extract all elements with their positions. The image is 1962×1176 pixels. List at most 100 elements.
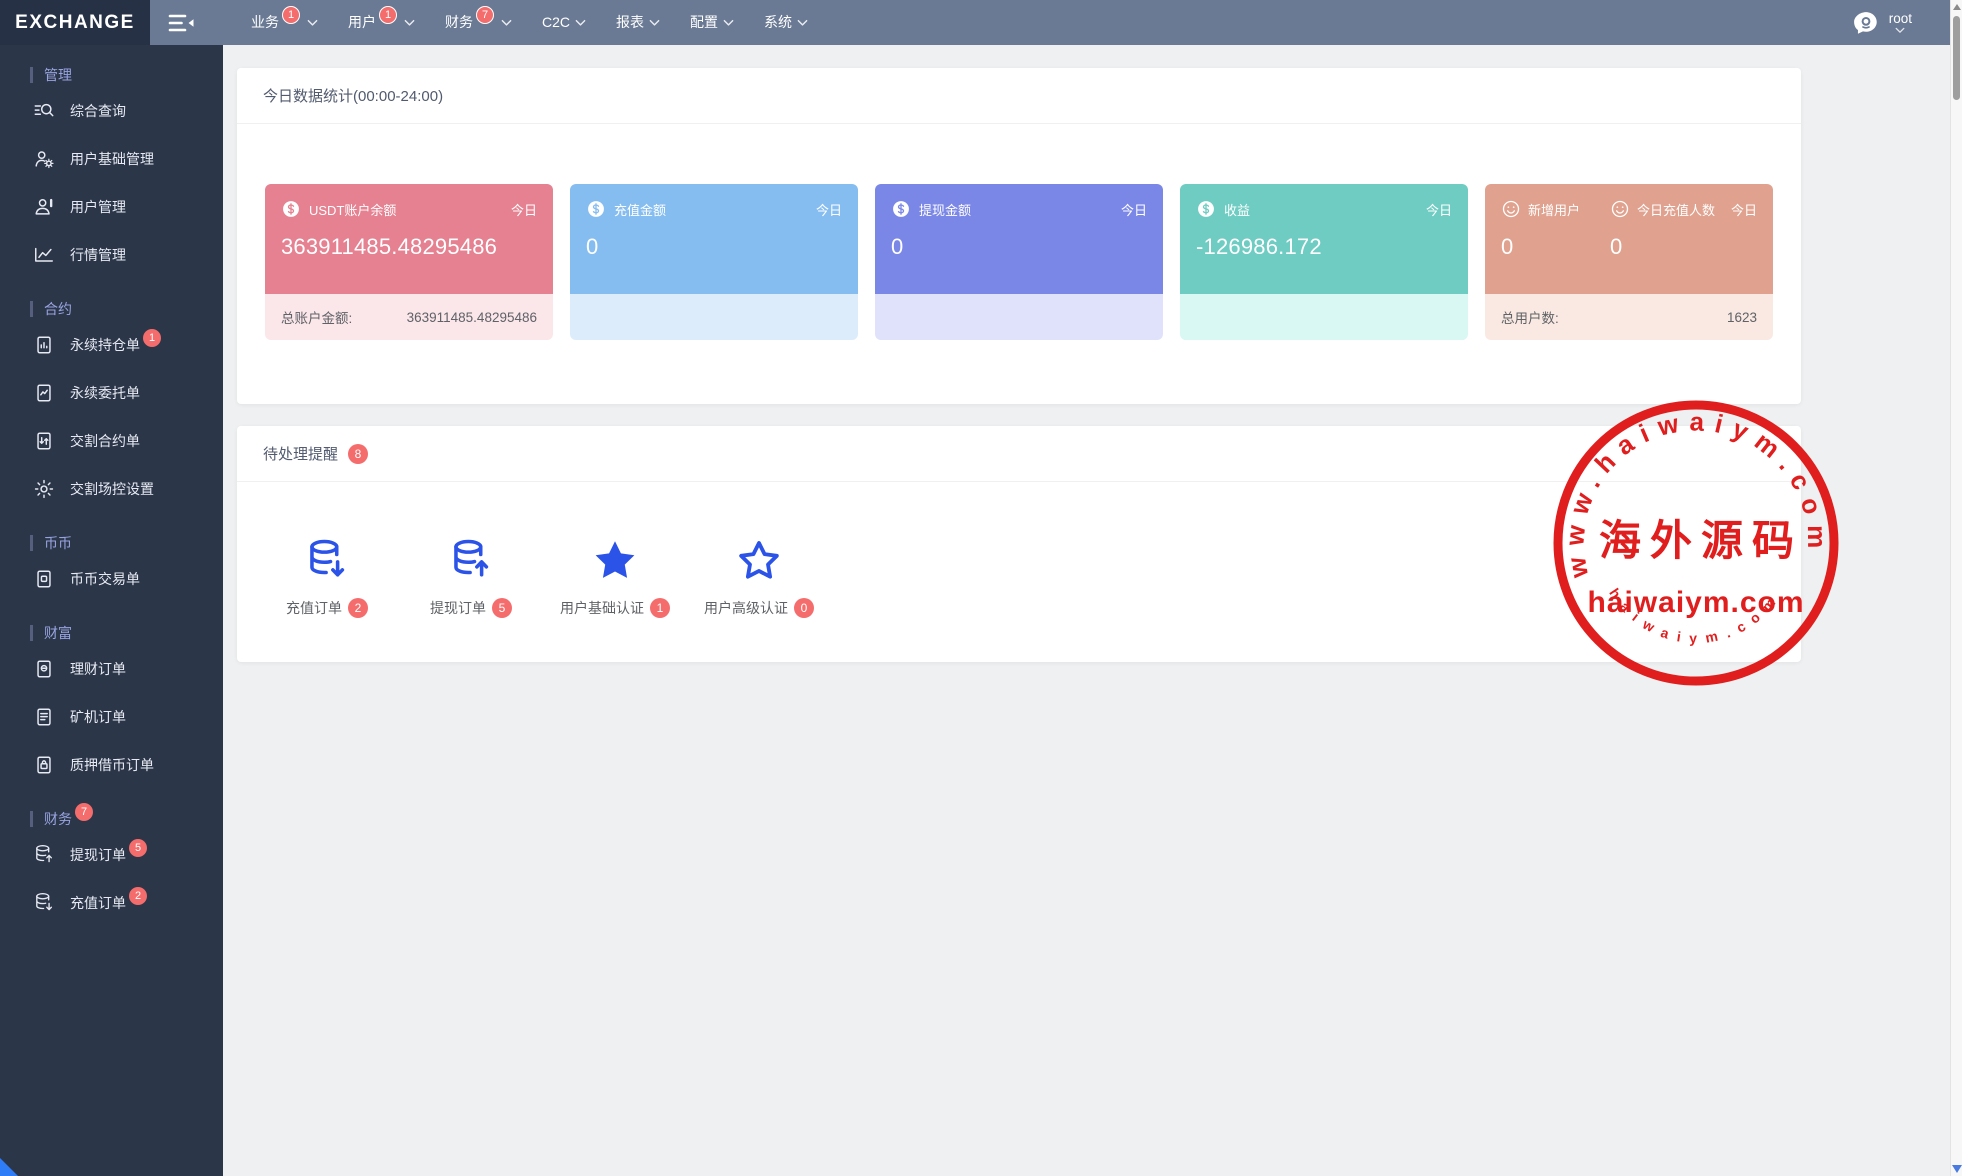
stat-card-profit: 收益 今日 -126986.172	[1180, 184, 1468, 340]
app-logo: EXCHANGE	[0, 0, 150, 45]
nav-item-system[interactable]: 系统	[764, 0, 808, 45]
stat-card-new-users: 新增用户 今日充值人数 今日 0 0 总用户数:	[1485, 184, 1773, 340]
sidebar-section-wealth: 财富	[30, 623, 223, 643]
chevron-down-icon	[723, 19, 734, 27]
stat-label: 充值金额	[614, 200, 666, 219]
chevron-down-icon	[307, 19, 318, 27]
database-up-icon	[448, 538, 494, 584]
stat-label: 提现金额	[919, 200, 971, 219]
scroll-up-arrow-icon[interactable]	[1953, 4, 1961, 10]
count-badge: 1	[143, 329, 161, 347]
database-down-icon	[304, 538, 350, 584]
stat-footer-value: 1623	[1727, 310, 1757, 325]
stat-value: 0	[1610, 234, 1622, 260]
stat-footer-label: 总用户数:	[1501, 307, 1559, 327]
top-nav: 业务 1 用户 1 财务 7 C2C 报表 配置 系统	[251, 0, 808, 45]
count-badge: 2	[348, 598, 368, 618]
database-up-icon	[33, 844, 55, 866]
stat-tag: 今日	[511, 200, 537, 219]
stat-value: 0	[1501, 234, 1610, 260]
sidebar-section-finance: 财务 7	[30, 809, 223, 829]
dollar-coin-icon	[586, 199, 606, 219]
chevron-down-icon	[797, 19, 808, 27]
sidebar-item-withdraw-order[interactable]: 提现订单 5	[0, 831, 223, 879]
nav-item-finance[interactable]: 财务 7	[445, 0, 512, 45]
sidebar-item-user-manage[interactable]: 用户管理	[0, 183, 223, 231]
avatar-icon	[1852, 9, 1880, 37]
sidebar-section-contract: 合约	[30, 299, 223, 319]
user-gear-icon	[33, 148, 55, 170]
sidebar-item-delivery-control[interactable]: 交割场控设置	[0, 465, 223, 513]
scrollbar-thumb[interactable]	[1953, 16, 1960, 100]
stat-tag: 今日	[1426, 200, 1452, 219]
stat-label: 新增用户	[1528, 200, 1580, 219]
count-badge: 5	[129, 839, 147, 857]
pending-items-row: 充值订单 2 提现订单 5 用户基础认证 1	[237, 482, 1801, 662]
smiley-icon	[1610, 199, 1630, 219]
stats-cards-row: USDT账户余额 今日 363911485.48295486 总账户金额: 36…	[237, 124, 1801, 404]
stat-label: 今日充值人数	[1637, 200, 1715, 219]
sidebar-item-pledge-order[interactable]: 质押借币订单	[0, 741, 223, 789]
scroll-down-arrow-icon[interactable]	[1952, 1165, 1962, 1173]
dollar-coin-icon	[1196, 199, 1216, 219]
nav-item-report[interactable]: 报表	[616, 0, 660, 45]
count-badge: 2	[129, 887, 147, 905]
sidebar-item-miner-order[interactable]: 矿机订单	[0, 693, 223, 741]
sidebar-item-market-manage[interactable]: 行情管理	[0, 231, 223, 279]
scrollbar[interactable]	[1950, 0, 1962, 1176]
pending-item-basic-kyc[interactable]: 用户基础认证 1	[543, 538, 687, 618]
stat-tag: 今日	[816, 200, 842, 219]
stat-value: 0	[891, 234, 1147, 260]
nav-badge: 1	[282, 6, 300, 24]
smiley-icon	[1501, 199, 1521, 219]
sidebar-item-comprehensive-query[interactable]: 综合查询	[0, 87, 223, 135]
chevron-down-icon	[501, 19, 512, 27]
sidebar-item-wealth-order[interactable]: 理财订单	[0, 645, 223, 693]
chevron-down-icon	[575, 19, 586, 27]
sidebar-item-recharge-order[interactable]: 充值订单 2	[0, 879, 223, 927]
chevron-down-icon	[649, 19, 660, 27]
pending-item-advanced-kyc[interactable]: 用户高级认证 0	[687, 538, 831, 618]
doc-icon	[33, 568, 55, 590]
pending-item-withdraw-orders[interactable]: 提现订单 5	[399, 538, 543, 618]
doc-line-icon	[33, 382, 55, 404]
nav-item-business[interactable]: 业务 1	[251, 0, 318, 45]
search-list-icon	[33, 100, 55, 122]
stat-footer-value: 363911485.48295486	[407, 310, 537, 325]
sidebar-item-delivery-contract[interactable]: 交割合约单	[0, 417, 223, 465]
user-icon	[33, 196, 55, 218]
nav-item-c2c[interactable]: C2C	[542, 0, 586, 45]
stat-tag: 今日	[1121, 200, 1147, 219]
pending-panel-title: 待处理提醒 8	[237, 426, 1801, 482]
sidebar-item-perpetual-order[interactable]: 永续委托单	[0, 369, 223, 417]
user-menu[interactable]: root	[1852, 9, 1912, 37]
stat-tag: 今日	[1731, 200, 1757, 219]
stat-card-recharge-amount: 充值金额 今日 0	[570, 184, 858, 340]
sidebar-item-spot-trade[interactable]: 币币交易单	[0, 555, 223, 603]
chevron-down-icon	[404, 19, 415, 27]
today-stats-panel: 今日数据统计(00:00-24:00) USDT账户余额 今日 36391148…	[237, 68, 1801, 404]
line-chart-icon	[33, 244, 55, 266]
doc-coin-icon	[33, 658, 55, 680]
stat-footer-label: 总账户金额:	[281, 307, 352, 327]
doc-lock-icon	[33, 754, 55, 776]
count-badge: 0	[794, 598, 814, 618]
nav-item-user[interactable]: 用户 1	[348, 0, 415, 45]
stats-panel-title: 今日数据统计(00:00-24:00)	[237, 68, 1801, 124]
main-content: 今日数据统计(00:00-24:00) USDT账户余额 今日 36391148…	[223, 45, 1962, 1176]
username: root	[1889, 11, 1912, 27]
sidebar-section-spot: 币币	[30, 533, 223, 553]
stat-label: 收益	[1224, 200, 1250, 219]
count-badge: 7	[75, 803, 93, 821]
sidebar-toggle-icon[interactable]	[168, 11, 195, 35]
stat-label: USDT账户余额	[309, 200, 396, 219]
star-outline-icon	[736, 538, 782, 584]
dollar-coin-icon	[891, 199, 911, 219]
pending-item-recharge-orders[interactable]: 充值订单 2	[255, 538, 399, 618]
gear-icon	[33, 478, 55, 500]
sidebar-item-perpetual-position[interactable]: 永续持仓单 1	[0, 321, 223, 369]
corner-decoration	[0, 1158, 18, 1176]
nav-item-config[interactable]: 配置	[690, 0, 734, 45]
doc-arrows-icon	[33, 430, 55, 452]
sidebar-item-user-base-manage[interactable]: 用户基础管理	[0, 135, 223, 183]
